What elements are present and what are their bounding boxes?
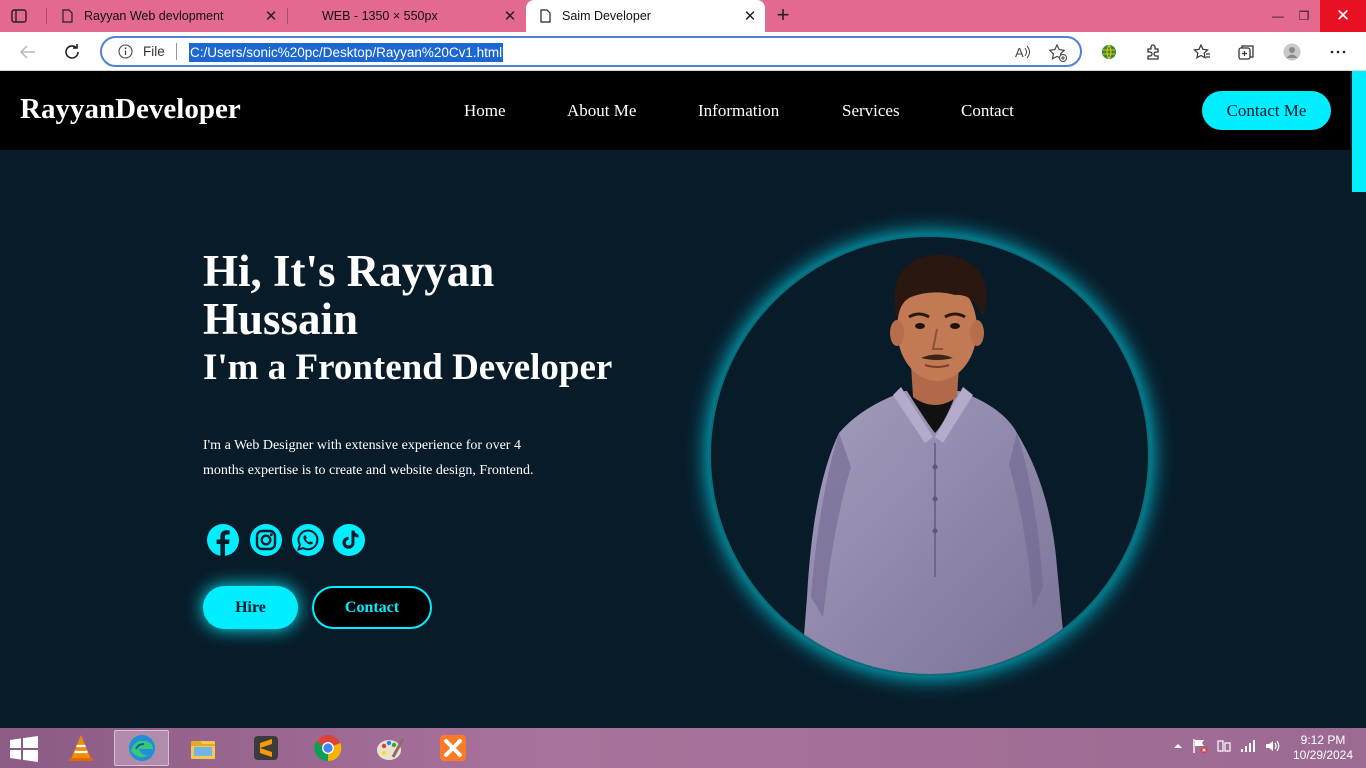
new-tab-button[interactable]: + [772,4,794,26]
nav-contact[interactable]: Contact [961,101,1014,121]
address-bar[interactable]: File C:/Users/sonic%20pc/Desktop/Rayyan%… [100,36,1082,67]
restore-button[interactable]: ❐ [1290,0,1318,32]
extension-globe-icon[interactable] [1097,40,1121,64]
chrome-icon[interactable] [300,730,355,766]
tiktok-icon[interactable] [332,523,366,557]
windows-start-icon[interactable] [8,736,40,762]
favorites-icon[interactable] [1190,40,1214,64]
url-text[interactable]: C:/Users/sonic%20pc/Desktop/Rayyan%20Cv1… [189,43,504,62]
file-explorer-icon[interactable] [175,730,230,766]
nav-services[interactable]: Services [842,101,900,121]
tab-rayyan-web[interactable]: Rayyan Web devlopment ✕ [48,0,286,32]
read-aloud-icon[interactable]: A [1014,43,1032,61]
web-page: RayyanDeveloper Home About Me Informatio… [0,71,1366,728]
sublime-text-icon[interactable] [238,730,293,766]
contact-button[interactable]: Contact [312,586,432,629]
profile-avatar-icon[interactable] [1280,40,1304,64]
clock-time: 9:12 PM [1300,733,1346,747]
extensions-icon[interactable] [1141,40,1165,64]
site-logo[interactable]: RayyanDeveloper [20,93,241,126]
nav-information[interactable]: Information [698,101,779,121]
profile-photo [711,237,1148,674]
tab-title: Saim Developer [562,9,651,23]
tab-title: Rayyan Web devlopment [84,9,224,23]
vlc-icon[interactable] [53,730,108,766]
system-clock[interactable]: 9:12 PM 10/29/2024 [1288,733,1358,763]
instagram-icon[interactable] [249,523,283,557]
browser-toolbar: File C:/Users/sonic%20pc/Desktop/Rayyan%… [0,32,1366,71]
close-icon[interactable]: ✕ [256,7,286,25]
nav-home[interactable]: Home [464,101,506,121]
page-icon [538,9,552,23]
network-signal-icon[interactable] [1240,738,1256,758]
window-close-button[interactable]: ✕ [1320,0,1366,32]
tab-actions-icon[interactable] [10,7,28,25]
blank-favicon [300,9,322,23]
hero-heading: Hi, It's Rayyan Hussain [203,246,495,344]
contact-me-button[interactable]: Contact Me [1202,91,1331,130]
paint-icon[interactable] [362,730,417,766]
site-header: RayyanDeveloper Home About Me Informatio… [0,71,1350,150]
edge-icon[interactable] [114,730,169,766]
page-icon [60,9,74,23]
tab-saim-developer[interactable]: Saim Developer ✕ [526,0,765,32]
browser-tab-bar: Rayyan Web devlopment ✕ WEB - 1350 × 550… [0,0,1366,32]
svg-text:A: A [1015,45,1024,60]
volume-icon[interactable] [1264,738,1280,758]
tab-separator [46,8,47,24]
hero-description: I'm a Web Designer with extensive experi… [203,438,534,478]
hero-subheading: I'm a Frontend Developer [203,347,613,388]
facebook-icon[interactable] [206,523,240,557]
nav-about-me[interactable]: About Me [567,101,636,121]
add-favorite-icon[interactable] [1048,43,1068,63]
close-icon[interactable]: ✕ [495,7,525,25]
close-icon[interactable]: ✕ [735,7,765,25]
hire-button[interactable]: Hire [203,586,298,629]
action-center-flag-icon[interactable] [1192,738,1208,758]
tab-web-1350[interactable]: WEB - 1350 × 550px ✕ [288,0,525,32]
scrollbar-thumb[interactable] [1352,71,1366,192]
windows-taskbar: 9:12 PM 10/29/2024 [0,728,1366,768]
info-icon[interactable] [118,44,133,59]
address-divider [176,43,177,60]
tab-title: WEB - 1350 × 550px [322,9,438,23]
clock-date: 10/29/2024 [1292,748,1354,762]
back-button[interactable] [16,40,40,64]
more-menu-icon[interactable] [1326,40,1350,64]
scheme-label: File [143,44,165,59]
refresh-button[interactable] [60,40,84,64]
minimize-button[interactable]: — [1264,0,1292,32]
device-icon[interactable] [1216,738,1232,758]
show-hidden-icons[interactable] [1170,738,1186,758]
xampp-icon[interactable] [425,730,480,766]
whatsapp-icon[interactable] [291,523,325,557]
collections-icon[interactable] [1234,40,1258,64]
